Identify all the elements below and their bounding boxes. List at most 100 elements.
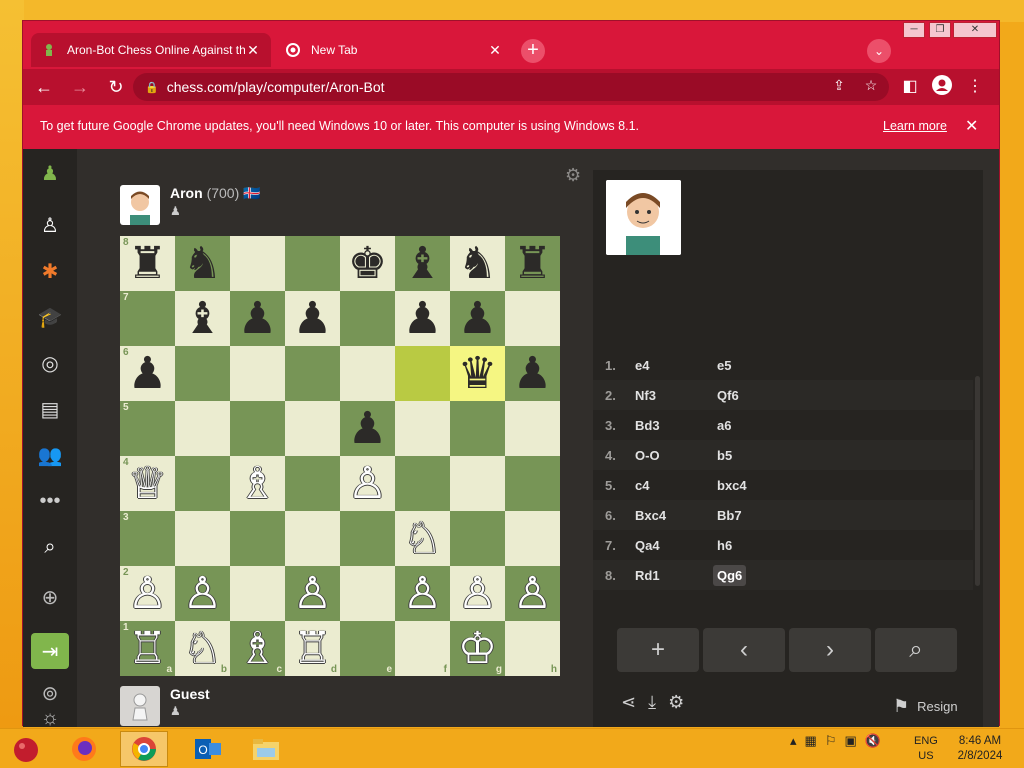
square-f2[interactable]: ♙ [395, 566, 450, 621]
piece-g7[interactable]: ♟ [458, 296, 497, 341]
black-move[interactable]: Qf6 [713, 385, 743, 406]
file-explorer-icon[interactable] [242, 731, 290, 767]
square-d5[interactable] [285, 401, 340, 456]
learn-icon[interactable]: 🎓 [36, 303, 64, 331]
square-b1[interactable]: ♘ b [175, 621, 230, 676]
move-list-scrollbar[interactable] [975, 376, 980, 586]
piece-f2[interactable]: ♙ [403, 571, 442, 616]
piece-f3[interactable]: ♘ [403, 516, 442, 561]
settings-gear-icon[interactable]: ⚙ [668, 692, 684, 713]
piece-c4[interactable]: ♗ [238, 461, 277, 506]
square-a3[interactable]: 3 [120, 511, 175, 566]
square-e6[interactable] [340, 346, 395, 401]
square-c1[interactable]: ♗ c [230, 621, 285, 676]
square-g8[interactable]: ♞ [450, 236, 505, 291]
square-g1[interactable]: ♔ g [450, 621, 505, 676]
square-e1[interactable]: e [340, 621, 395, 676]
piece-e8[interactable]: ♚ [348, 241, 387, 286]
piece-b8[interactable]: ♞ [183, 241, 222, 286]
share-icon[interactable]: ⇪ [829, 77, 849, 97]
back-icon[interactable]: ← [29, 72, 59, 102]
square-f1[interactable]: f [395, 621, 450, 676]
square-a1[interactable]: ♖ 1 a [120, 621, 175, 676]
outlook-icon[interactable]: O [184, 731, 232, 767]
square-h6[interactable]: ♟ [505, 346, 560, 401]
piece-a2[interactable]: ♙ [128, 571, 167, 616]
tab-new-tab[interactable]: New Tab ✕ [275, 33, 513, 67]
chess-board[interactable]: ♜ 8 ♞ ♚ ♝ ♞ ♜ 7 ♝ ♟ ♟ ♟ ♟ ♟ 6 ♛ ♟ 5 ♟ ♕ 4 ♗ ♙ 3 ♘ ♙ 2 ♙ ♙ ♙ ♙ ♙ ♖ 1 a ♘ b ♗ c ♖… [120, 236, 560, 676]
white-move[interactable]: e4 [635, 358, 713, 373]
window-close-button[interactable]: ✕ [953, 22, 997, 38]
square-f6[interactable] [395, 346, 450, 401]
piece-h6[interactable]: ♟ [513, 351, 552, 396]
previous-move-button[interactable]: ‹ [703, 628, 785, 672]
tab-aron-bot[interactable]: Aron-Bot Chess Online Against th ✕ [31, 33, 271, 67]
piece-h2[interactable]: ♙ [513, 571, 552, 616]
square-e5[interactable]: ♟ [340, 401, 395, 456]
piece-h8[interactable]: ♜ [513, 241, 552, 286]
square-c8[interactable] [230, 236, 285, 291]
new-tab-button[interactable]: + [521, 39, 545, 63]
share-game-icon[interactable]: ⋖ [621, 692, 636, 713]
white-move[interactable]: Bxc4 [635, 508, 713, 523]
square-h8[interactable]: ♜ [505, 236, 560, 291]
white-move[interactable]: Bd3 [635, 418, 713, 433]
square-e3[interactable] [340, 511, 395, 566]
tray-network-device-icon[interactable]: ▦ [805, 733, 817, 749]
piece-b7[interactable]: ♝ [183, 296, 222, 341]
close-tab-icon[interactable]: ✕ [487, 42, 503, 58]
square-c3[interactable] [230, 511, 285, 566]
tab-search-icon[interactable]: ⌄ [867, 39, 891, 63]
square-d3[interactable] [285, 511, 340, 566]
language-indicator[interactable]: ENG US [914, 734, 938, 764]
white-move[interactable]: O-O [635, 448, 713, 463]
piece-f8[interactable]: ♝ [403, 241, 442, 286]
square-h1[interactable]: h [505, 621, 560, 676]
square-g3[interactable] [450, 511, 505, 566]
black-move[interactable]: e5 [713, 355, 735, 376]
square-b7[interactable]: ♝ [175, 291, 230, 346]
white-move[interactable]: Rd1 [635, 568, 713, 583]
piece-a6[interactable]: ♟ [128, 351, 167, 396]
white-move[interactable]: Qa4 [635, 538, 713, 553]
puzzles-icon[interactable]: ✱ [36, 257, 64, 285]
side-panel-icon[interactable]: ◧ [898, 75, 922, 99]
piece-g8[interactable]: ♞ [458, 241, 497, 286]
clock[interactable]: 8:46 AM 2/8/2024 [952, 734, 1008, 764]
news-icon[interactable]: ▤ [36, 395, 64, 423]
new-game-button[interactable]: + [617, 628, 699, 672]
firefox-icon[interactable] [60, 731, 108, 767]
tray-device-icon[interactable]: ▣ [844, 733, 856, 749]
square-c2[interactable] [230, 566, 285, 621]
square-h2[interactable]: ♙ [505, 566, 560, 621]
piece-g6[interactable]: ♛ [458, 351, 497, 396]
square-c6[interactable] [230, 346, 285, 401]
piece-g2[interactable]: ♙ [458, 571, 497, 616]
square-c7[interactable]: ♟ [230, 291, 285, 346]
square-a8[interactable]: ♜ 8 [120, 236, 175, 291]
volume-muted-icon[interactable]: 🔇 [865, 733, 881, 749]
square-g6[interactable]: ♛ [450, 346, 505, 401]
next-move-button[interactable]: › [789, 628, 871, 672]
piece-a8[interactable]: ♜ [128, 241, 167, 286]
analysis-icon[interactable]: ⌕ [875, 628, 957, 672]
resign-button[interactable]: ⚑ Resign [893, 696, 958, 717]
piece-a1[interactable]: ♖ [128, 626, 167, 671]
minimize-button[interactable]: ─ [903, 22, 925, 38]
learn-more-link[interactable]: Learn more [883, 119, 947, 133]
square-b8[interactable]: ♞ [175, 236, 230, 291]
piece-d7[interactable]: ♟ [293, 296, 332, 341]
black-move[interactable]: Bb7 [713, 505, 746, 526]
square-c4[interactable]: ♗ [230, 456, 285, 511]
black-move[interactable]: h6 [713, 535, 736, 556]
square-c5[interactable] [230, 401, 285, 456]
square-d7[interactable]: ♟ [285, 291, 340, 346]
search-icon[interactable]: ⌕ [36, 533, 64, 561]
social-icon[interactable]: 👥 [36, 441, 64, 469]
white-move[interactable]: Nf3 [635, 388, 713, 403]
square-b2[interactable]: ♙ [175, 566, 230, 621]
square-b6[interactable] [175, 346, 230, 401]
forward-icon[interactable]: → [65, 72, 95, 102]
square-f8[interactable]: ♝ [395, 236, 450, 291]
square-h4[interactable] [505, 456, 560, 511]
